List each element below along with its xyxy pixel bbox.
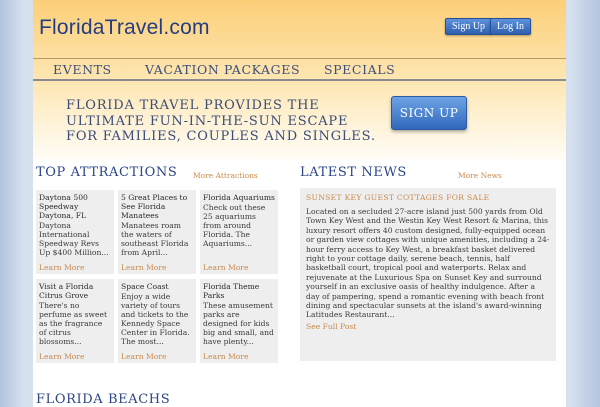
latest-news-heading: LATEST NEWS — [300, 165, 407, 180]
attraction-card-title: Florida Aquariums — [203, 193, 275, 202]
learn-more-link[interactable]: Learn More — [203, 352, 248, 361]
learn-more-link[interactable]: Learn More — [121, 352, 166, 361]
log-in-button[interactable]: Log In — [490, 18, 531, 35]
hero-tagline: FLORIDA TRAVEL PROVIDES THE ULTIMATE FUN… — [66, 98, 376, 144]
learn-more-link[interactable]: Learn More — [203, 263, 248, 272]
nav-item-specials[interactable]: SPECIALS — [324, 62, 395, 77]
learn-more-link[interactable]: Learn More — [39, 352, 84, 361]
attraction-card-title: Florida Theme Parks — [203, 282, 260, 300]
florida-beaches-heading: FLORIDA BEACHS — [36, 392, 171, 407]
attractions-grid: Daytona 500 Speedway Daytona, FL Daytona… — [36, 190, 278, 368]
attraction-card-body: Manatees roam the waters of southeast Fl… — [121, 221, 189, 257]
more-news-link[interactable]: More News — [458, 171, 502, 180]
attraction-card[interactable]: Space Coast Enjoy a wide variety of tour… — [118, 279, 196, 363]
news-item-title[interactable]: SUNSET KEY GUEST COTTAGES FOR SALE — [306, 193, 550, 202]
attraction-card-body: Check out these 25 aquariums from around… — [203, 203, 266, 248]
attraction-card-body: There's no perfume as sweet as the fragr… — [39, 301, 108, 346]
attraction-card[interactable]: Florida Aquariums Check out these 25 aqu… — [200, 190, 278, 274]
learn-more-link[interactable]: Learn More — [39, 263, 84, 272]
attraction-card-body: Enjoy a wide variety of tours and ticket… — [121, 292, 190, 346]
sign-up-button[interactable]: Sign Up — [445, 18, 493, 35]
attraction-card[interactable]: Visit a Florida Citrus Grove There's no … — [36, 279, 114, 363]
hero-banner: FloridaTravel.com Sign Up Log In EVENTS … — [33, 0, 566, 160]
site-logo[interactable]: FloridaTravel.com — [39, 16, 210, 40]
nav-divider-top — [33, 58, 566, 59]
news-item: SUNSET KEY GUEST COTTAGES FOR SALE Locat… — [300, 188, 556, 361]
attraction-card[interactable]: 5 Great Places to See Florida Manatees M… — [118, 190, 196, 274]
learn-more-link[interactable]: Learn More — [121, 263, 166, 272]
attraction-card-title: Visit a Florida Citrus Grove — [39, 282, 94, 300]
attraction-card[interactable]: Florida Theme Parks These amusement park… — [200, 279, 278, 363]
attraction-card-body: Daytona International Speedway Revs Up $… — [39, 221, 109, 257]
hero-sign-up-button[interactable]: SIGN UP — [391, 96, 467, 130]
attraction-card[interactable]: Daytona 500 Speedway Daytona, FL Daytona… — [36, 190, 114, 274]
see-full-post-link[interactable]: See Full Post — [306, 322, 550, 331]
nav-item-events[interactable]: EVENTS — [53, 62, 112, 77]
top-attractions-heading: TOP ATTRACTIONS — [36, 165, 178, 180]
attraction-card-title: 5 Great Places to See Florida Manatees — [121, 193, 188, 220]
more-attractions-link[interactable]: More Attractions — [193, 171, 258, 180]
attraction-card-title: Space Coast — [121, 282, 169, 291]
news-item-body: Located on a secluded 27-acre island jus… — [306, 207, 550, 320]
page: FloridaTravel.com Sign Up Log In EVENTS … — [33, 0, 566, 407]
attraction-card-title: Daytona 500 Speedway Daytona, FL — [39, 193, 88, 220]
nav-item-vacation-packages[interactable]: VACATION PACKAGES — [145, 62, 300, 77]
attraction-card-body: These amusement parks are designed for k… — [203, 301, 274, 346]
nav-divider-bottom — [33, 79, 566, 81]
